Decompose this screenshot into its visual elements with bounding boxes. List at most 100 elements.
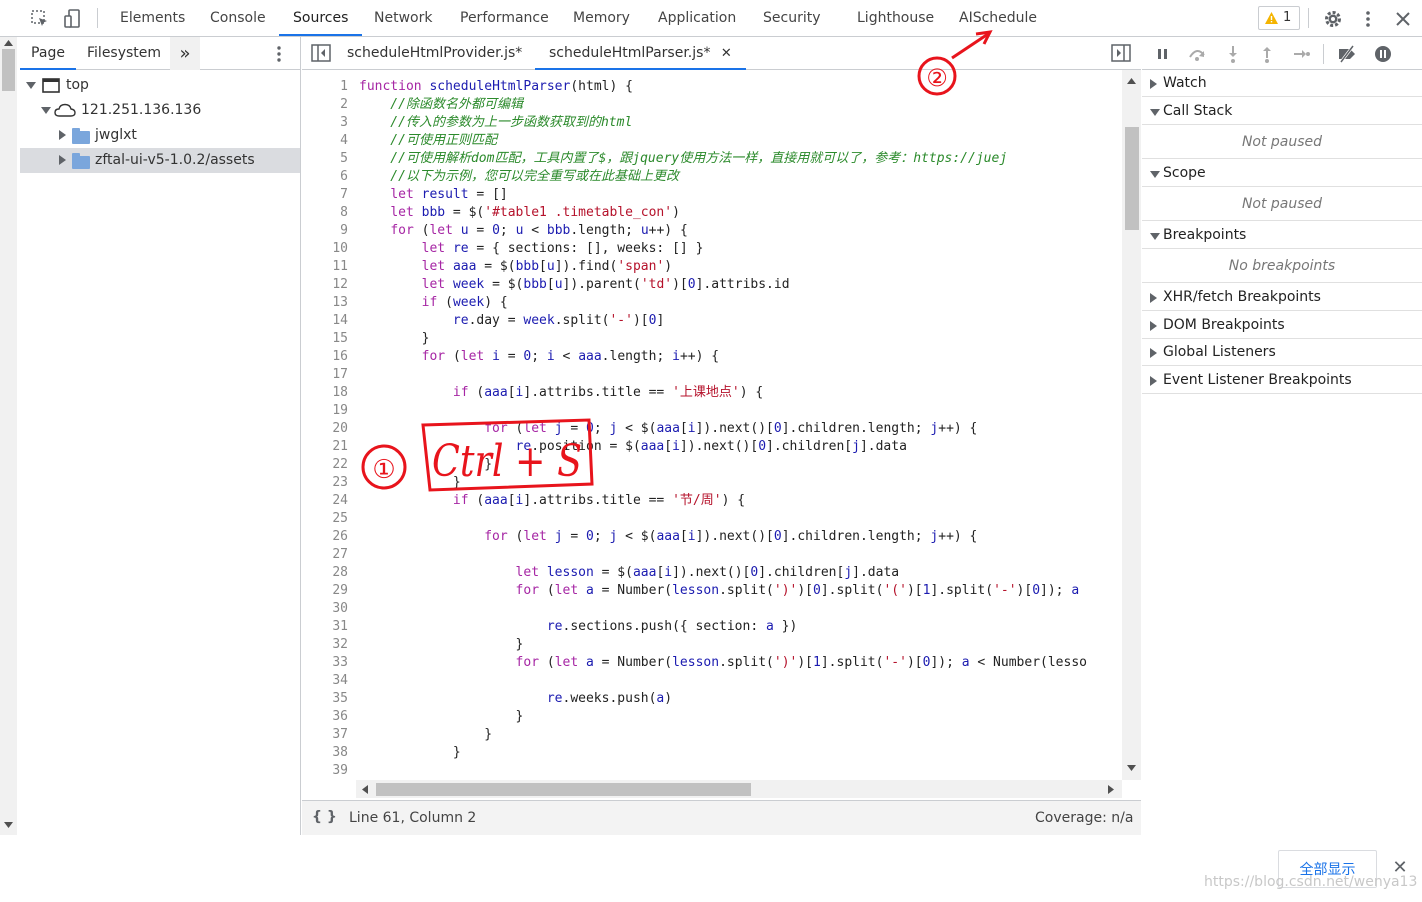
line-number[interactable]: 22 (302, 456, 348, 474)
line-number[interactable]: 9 (302, 222, 348, 240)
line-number[interactable]: 12 (302, 276, 348, 294)
warning-badge[interactable]: 1 (1258, 6, 1300, 30)
line-number[interactable]: 4 (302, 132, 348, 150)
code-line: } (359, 457, 493, 472)
line-number[interactable]: 28 (302, 564, 348, 582)
line-number[interactable]: 23 (302, 474, 348, 492)
tree-item-top[interactable]: top (20, 73, 300, 98)
editor-horizontal-scroll-thumb[interactable] (376, 783, 751, 796)
line-number[interactable]: 13 (302, 294, 348, 312)
tab-sources[interactable]: Sources (279, 0, 363, 36)
close-icon[interactable] (1393, 9, 1413, 29)
tab-security[interactable]: Security (763, 0, 821, 36)
tab-memory[interactable]: Memory (573, 0, 630, 36)
line-number[interactable]: 5 (302, 150, 348, 168)
line-number[interactable]: 1 (302, 78, 348, 96)
line-number[interactable]: 7 (302, 186, 348, 204)
line-number[interactable]: 29 (302, 582, 348, 600)
section-scope[interactable]: Scope (1142, 160, 1422, 187)
section-xhr-breakpoints[interactable]: XHR/fetch Breakpoints (1142, 284, 1422, 311)
line-number[interactable]: 27 (302, 546, 348, 564)
scroll-up-icon[interactable] (1127, 78, 1136, 84)
line-number[interactable]: 21 (302, 438, 348, 456)
line-number[interactable]: 19 (302, 402, 348, 420)
line-number[interactable]: 8 (302, 204, 348, 222)
line-number[interactable]: 26 (302, 528, 348, 546)
tab-aischedule[interactable]: AISchedule (959, 0, 1037, 36)
scroll-down-icon[interactable] (1127, 765, 1136, 771)
editor-tab-provider[interactable]: scheduleHtmlProvider.js* (347, 37, 522, 70)
line-number[interactable]: 11 (302, 258, 348, 276)
line-number[interactable]: 2 (302, 96, 348, 114)
section-global-listeners[interactable]: Global Listeners (1142, 339, 1422, 366)
section-watch[interactable]: Watch (1142, 70, 1422, 97)
collapse-arrow-icon[interactable] (59, 130, 66, 140)
tab-lighthouse[interactable]: Lighthouse (857, 0, 934, 36)
tree-item-assets[interactable]: zftal-ui-v5-1.0.2/assets (20, 148, 300, 173)
pause-on-exceptions-icon[interactable] (1373, 44, 1393, 64)
navigator-scrollbar[interactable] (0, 37, 17, 835)
line-number[interactable]: 25 (302, 510, 348, 528)
navigator-scroll-thumb[interactable] (2, 49, 15, 91)
more-options-icon[interactable] (1358, 9, 1378, 29)
line-number[interactable]: 20 (302, 420, 348, 438)
line-number[interactable]: 35 (302, 690, 348, 708)
line-number[interactable]: 31 (302, 618, 348, 636)
line-number[interactable]: 6 (302, 168, 348, 186)
navigator-menu-icon[interactable] (276, 45, 282, 63)
toggle-navigator-icon[interactable] (311, 44, 331, 62)
tab-page[interactable]: Page (20, 37, 76, 70)
more-tabs-chevron-icon[interactable]: » (170, 37, 200, 70)
editor-vertical-scroll-thumb[interactable] (1125, 127, 1139, 230)
section-event-listener-breakpoints[interactable]: Event Listener Breakpoints (1142, 367, 1422, 394)
tab-performance[interactable]: Performance (460, 0, 549, 36)
section-breakpoints[interactable]: Breakpoints (1142, 222, 1422, 249)
step-over-icon[interactable] (1187, 44, 1207, 64)
step-icon[interactable] (1291, 44, 1311, 64)
line-number[interactable]: 24 (302, 492, 348, 510)
device-toolbar-icon[interactable] (63, 9, 83, 29)
step-into-icon[interactable] (1223, 44, 1243, 64)
scroll-down-icon[interactable] (4, 822, 13, 828)
expand-arrow-icon[interactable] (26, 82, 36, 89)
section-call-stack[interactable]: Call Stack (1142, 98, 1422, 125)
toggle-debugger-icon[interactable] (1111, 44, 1131, 62)
step-out-icon[interactable] (1257, 44, 1277, 64)
tree-item-origin[interactable]: 121.251.136.136 (20, 98, 300, 123)
code-area[interactable]: 1 2 3 4 5 6 7 8 9 10 11 12 13 14 15 16 17 18 19 20 21 22 23 24 2… (302, 70, 1122, 780)
gear-icon[interactable] (1323, 9, 1343, 29)
tab-console[interactable]: Console (210, 0, 266, 36)
line-number[interactable]: 30 (302, 600, 348, 618)
line-number[interactable]: 10 (302, 240, 348, 258)
line-number[interactable]: 16 (302, 348, 348, 366)
inspect-element-icon[interactable] (30, 9, 50, 29)
pretty-print-icon[interactable]: { } (312, 809, 337, 825)
pause-icon[interactable] (1153, 44, 1173, 64)
tree-item-jwglxt[interactable]: jwglxt (20, 123, 300, 148)
scroll-up-icon[interactable] (4, 40, 13, 46)
scroll-left-icon[interactable] (362, 785, 368, 794)
tab-elements[interactable]: Elements (120, 0, 185, 36)
line-number[interactable]: 14 (302, 312, 348, 330)
line-number[interactable]: 17 (302, 366, 348, 384)
scroll-right-icon[interactable] (1108, 785, 1114, 794)
editor-tab-parser[interactable]: scheduleHtmlParser.js* ✕ (535, 37, 746, 70)
expand-arrow-icon[interactable] (41, 107, 51, 114)
line-number[interactable]: 18 (302, 384, 348, 402)
line-number[interactable]: 38 (302, 744, 348, 762)
line-number[interactable]: 33 (302, 654, 348, 672)
deactivate-breakpoints-icon[interactable] (1337, 44, 1357, 64)
line-number[interactable]: 15 (302, 330, 348, 348)
line-number[interactable]: 32 (302, 636, 348, 654)
collapse-arrow-icon[interactable] (59, 155, 66, 165)
tab-network[interactable]: Network (374, 0, 432, 36)
section-dom-breakpoints[interactable]: DOM Breakpoints (1142, 312, 1422, 339)
tab-filesystem[interactable]: Filesystem (87, 37, 161, 70)
tab-application[interactable]: Application (658, 0, 736, 36)
line-number[interactable]: 37 (302, 726, 348, 744)
close-tab-icon[interactable]: ✕ (721, 46, 732, 61)
line-number[interactable]: 3 (302, 114, 348, 132)
line-number[interactable]: 39 (302, 762, 348, 780)
line-number[interactable]: 36 (302, 708, 348, 726)
line-number[interactable]: 34 (302, 672, 348, 690)
